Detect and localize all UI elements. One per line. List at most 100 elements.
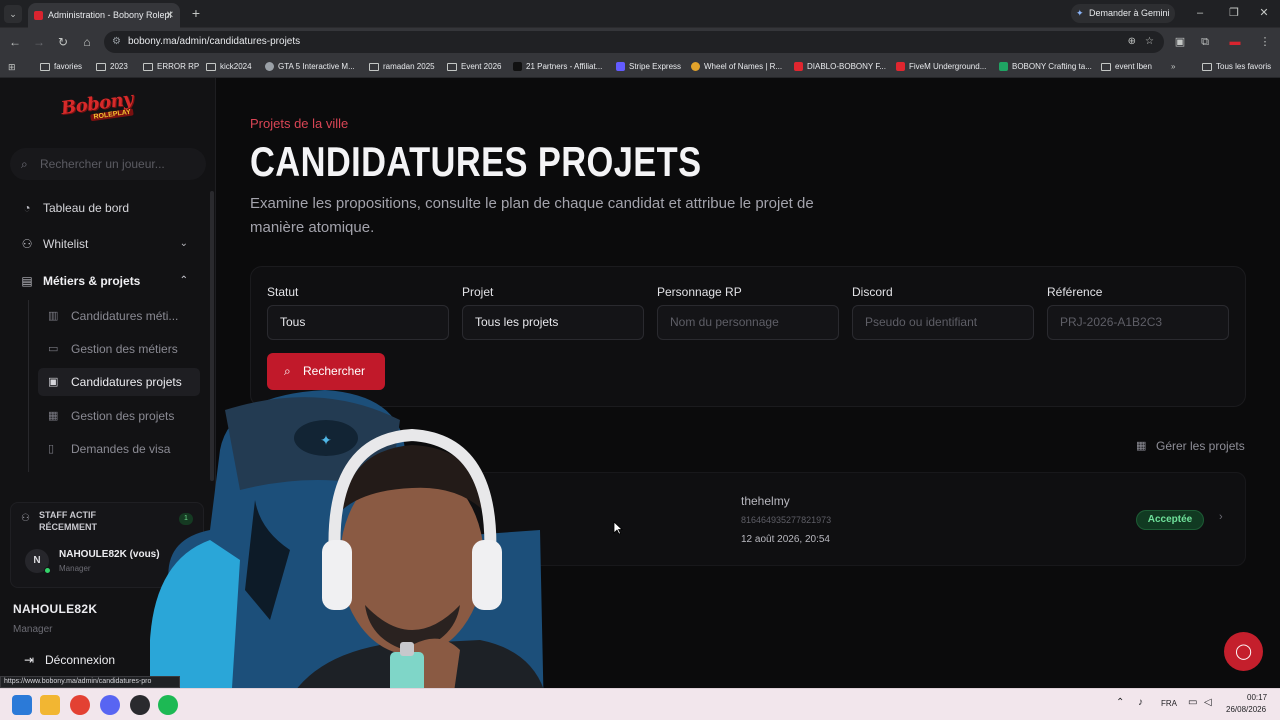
folder-icon [1202,63,1212,71]
staff-role: Manager [59,564,91,573]
close-window-icon[interactable]: ✕ [1254,4,1274,22]
users-icon: ⚇ [21,237,33,251]
discord-filter-label: Discord [852,285,893,299]
zoom-icon[interactable]: ⊕ [1128,31,1136,53]
browser-menu-icon[interactable]: ⋮ [1256,33,1274,51]
manage-projects-link[interactable]: ▦ Gérer les projets [1136,438,1245,454]
character-input[interactable]: Nom du personnage [657,305,839,340]
player-search-placeholder: Rechercher un joueur... [40,157,165,171]
applicant-discord-id: 816464935277821973 [741,515,832,525]
bookmark-item[interactable]: FiveM Underground... [895,56,986,78]
sidebar-item-job-management[interactable]: ▭ Gestion des métiers [38,335,200,363]
page-eyebrow: Projets de la ville [250,116,349,131]
bookmarks-overflow-icon[interactable]: » [1171,56,1175,78]
recent-staff-title: STAFF ACTIF RÉCEMMENT [39,510,97,532]
bookmark-item[interactable]: Wheel of Names | R... [690,56,782,78]
sidebar-item-job-applications[interactable]: ▥ Candidatures méti... [38,302,200,330]
bookmark-item[interactable]: favories [40,56,82,78]
tray-overflow-chevron-icon[interactable]: ⌃ [1116,697,1124,708]
discord-icon[interactable] [100,695,120,715]
bookmark-item[interactable]: 21 Partners - Affiliat... [512,56,602,78]
windows-start-icon[interactable] [12,695,32,715]
gemini-button[interactable]: ✦ Demander à Gemini [1071,4,1175,23]
bookmark-item[interactable]: GTA 5 Interactive M... [264,56,355,78]
building-icon: ▦ [1136,440,1147,452]
chat-bubble-button[interactable]: ◯ [1224,632,1263,671]
extensions-puzzle-icon[interactable]: ⧉ [1196,33,1214,51]
bookmark-item[interactable]: Stripe Express [615,56,681,78]
status-filter-label: Statut [267,285,299,299]
bookmark-all-folder[interactable]: Tous les favoris [1202,56,1271,78]
tab-search-chevron-icon[interactable]: ⌄ [4,5,22,23]
player-search-input[interactable]: ⌕ Rechercher un joueur... [10,148,206,180]
cast-icon[interactable]: ▣ [1171,33,1189,51]
spotify-icon[interactable] [158,695,178,715]
forward-arrow-icon[interactable]: → [30,33,48,51]
browser-tab-strip: ⌄ Administration - Bobony Rolepl ✕ + ✦ D… [0,0,1280,28]
discord-input[interactable]: Pseudo ou identifiant [852,305,1034,340]
profile-avatar-icon[interactable]: ▬ [1226,33,1244,51]
search-icon: ⌕ [21,157,28,171]
chevron-right-icon[interactable]: › [1219,511,1223,523]
bookmark-item[interactable]: DIABLO-BOBONY F... [793,56,886,78]
browser-tab-active[interactable]: Administration - Bobony Rolepl ✕ [28,3,180,28]
bookmark-star-icon[interactable]: ☆ [1145,31,1154,53]
site-settings-icon[interactable]: ⚙ [112,31,121,53]
character-filter-label: Personnage RP [657,285,742,299]
url-text: bobony.ma/admin/candidatures-projets [128,36,301,47]
system-tray: ⌃ ♪ FRA ▭ ◁ 00:17 26/08/2026 [1112,688,1280,720]
sidebar-item-dashboard[interactable]: ◔ Tableau de bord [8,192,202,224]
project-select[interactable]: Tous les projets [462,305,644,340]
input-language[interactable]: FRA [1161,699,1177,708]
chrome-icon[interactable] [70,695,90,715]
status-badge: Acceptée [1136,510,1204,530]
home-icon[interactable]: ⌂ [78,33,96,51]
back-arrow-icon[interactable]: ← [6,33,24,51]
tab-title: Administration - Bobony Rolepl [48,10,172,20]
sheets-icon [999,62,1008,71]
chat-bubble-icon: ◯ [1235,643,1252,660]
search-button[interactable]: ⌕ Rechercher [267,353,385,390]
chevron-down-icon: ⌄ [179,238,188,249]
bobony-logo[interactable]: Bobony ROLEPLAY [60,86,155,138]
folder-icon: ▣ [48,376,59,388]
clock-date[interactable]: 26/08/2026 [1226,705,1266,714]
address-bar-row: ← → ↻ ⌂ ⚙ bobony.ma/admin/candidatures-p… [0,28,1280,56]
site-favicon-icon [34,11,43,20]
globe-icon [265,62,274,71]
chevron-up-icon: ⌃ [179,275,188,286]
bookmark-item[interactable]: kick2024 [206,56,252,78]
new-tab-plus-icon[interactable]: + [188,5,204,21]
restore-icon[interactable]: ❐ [1224,4,1244,22]
network-icon[interactable]: ▭ [1188,697,1197,708]
volume-icon[interactable]: ◁ [1204,697,1212,708]
status-select[interactable]: Tous [267,305,449,340]
applicant-discord: thehelmy [741,494,790,508]
sidebar-item-whitelist[interactable]: ⚇ Whitelist ⌄ [8,228,202,260]
bookmark-item[interactable]: 2023 [96,56,128,78]
reference-input[interactable]: PRJ-2026-A1B2C3 [1047,305,1229,340]
sidebar-item-jobs-projects[interactable]: ▤ Métiers & projets ⌃ [8,265,202,297]
url-field[interactable]: ⚙ bobony.ma/admin/candidatures-projets ⊕… [104,31,1164,53]
apps-grid-icon[interactable]: ⊞ [8,56,16,78]
obs-icon[interactable] [130,695,150,715]
tab-close-icon[interactable]: ✕ [166,3,174,28]
gauge-icon: ◔ [23,201,31,215]
online-indicator [44,567,51,574]
reload-icon[interactable]: ↻ [54,33,72,51]
wheel-icon [691,62,700,71]
bookmark-item[interactable]: ramadan 2025 [369,56,435,78]
minimize-icon[interactable]: – [1190,4,1210,22]
gemini-label: Demander à Gemini [1089,8,1170,18]
staff-name: NAHOULE82K (vous) [59,549,160,560]
microphone-icon[interactable]: ♪ [1138,697,1143,708]
folder-icon [40,63,50,71]
file-explorer-icon[interactable] [40,695,60,715]
svg-text:✦: ✦ [320,433,332,449]
clock-time[interactable]: 00:17 [1247,693,1267,702]
bookmark-item[interactable]: event lben [1101,56,1152,78]
reference-filter-label: Référence [1047,285,1103,299]
bookmark-item[interactable]: ERROR RP [143,56,199,78]
bookmark-item[interactable]: Event 2026 [447,56,501,78]
bookmark-item[interactable]: BOBONY Crafting ta... [998,56,1092,78]
